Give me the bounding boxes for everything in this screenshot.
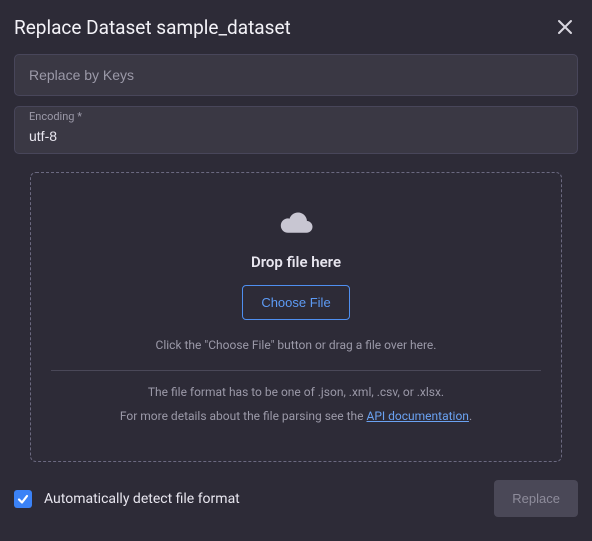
replace-by-keys-field	[14, 54, 578, 96]
replace-dataset-dialog: Replace Dataset sample_dataset Encoding …	[0, 0, 592, 541]
dropzone-title: Drop file here	[51, 253, 541, 271]
dropzone-divider	[51, 370, 541, 371]
auto-detect-wrap: Automatically detect file format	[14, 490, 240, 508]
dialog-footer: Automatically detect file format Replace	[14, 462, 578, 517]
dropzone-hint: Click the "Choose File" button or drag a…	[51, 338, 541, 352]
replace-by-keys-input[interactable]	[14, 54, 578, 96]
close-button[interactable]	[552, 14, 578, 40]
close-icon	[556, 18, 574, 36]
upload-icon-row	[51, 211, 541, 237]
dialog-header: Replace Dataset sample_dataset	[14, 14, 578, 40]
dialog-title: Replace Dataset sample_dataset	[14, 16, 291, 39]
check-icon	[17, 493, 29, 505]
format-note: The file format has to be one of .json, …	[51, 385, 541, 399]
encoding-field: Encoding *	[14, 106, 578, 154]
auto-detect-checkbox[interactable]	[14, 490, 32, 508]
file-dropzone[interactable]: Drop file here Choose File Click the "Ch…	[30, 172, 562, 462]
details-suffix: .	[469, 409, 472, 423]
choose-file-button[interactable]: Choose File	[242, 285, 349, 320]
cloud-upload-icon	[278, 211, 314, 237]
api-documentation-link[interactable]: API documentation	[367, 409, 469, 423]
details-note: For more details about the file parsing …	[51, 409, 541, 423]
auto-detect-label: Automatically detect file format	[44, 491, 240, 507]
replace-button[interactable]: Replace	[494, 480, 578, 517]
details-prefix: For more details about the file parsing …	[120, 409, 367, 423]
encoding-input[interactable]	[14, 106, 578, 154]
